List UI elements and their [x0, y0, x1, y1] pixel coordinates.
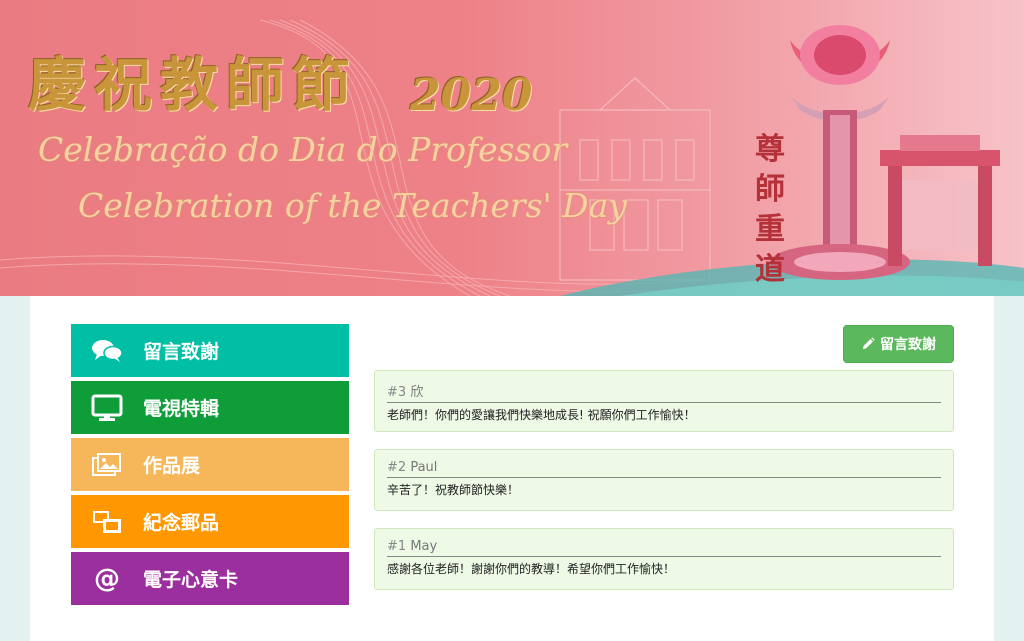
banner-vertical-text: 尊師重道 [755, 132, 785, 287]
message-card: #1 May 感謝各位老師！謝謝你們的教導！希望你們工作愉快！ [374, 528, 954, 590]
message-text: 老師們！你們的愛讓我們快樂地成長! 祝願你們工作愉快！ [387, 408, 696, 422]
message-card: #3 欣 老師們！你們的愛讓我們快樂地成長! 祝願你們工作愉快！ [374, 370, 954, 432]
side-menu: 留言致謝 電視特輯 作品展 紀念郵品 @ 電子心意卡 [71, 324, 349, 609]
menu-item-label: 留言致謝 [143, 341, 220, 363]
photo-icon [89, 450, 125, 480]
pencil-icon [861, 337, 875, 351]
stamps-icon [89, 507, 125, 537]
message-text: 感謝各位老師！謝謝你們的教導！希望你們工作愉快！ [387, 562, 676, 576]
banner-year: 2020 [410, 70, 533, 121]
monitor-icon [89, 393, 125, 423]
message-list: #3 欣 老師們！你們的愛讓我們快樂地成長! 祝願你們工作愉快！ #2 Paul… [374, 370, 954, 607]
message-header: #2 Paul [387, 460, 941, 478]
menu-item-label: 電視特輯 [143, 398, 220, 420]
message-text: 辛苦了！祝教師節快樂！ [387, 483, 520, 497]
menu-item-gallery[interactable]: 作品展 [71, 438, 349, 491]
post-message-button-label: 留言致謝 [880, 337, 936, 353]
menu-item-ecard[interactable]: @ 電子心意卡 [71, 552, 349, 605]
menu-item-label: 作品展 [143, 455, 201, 477]
at-icon: @ [94, 563, 120, 594]
banner-subtitle-portuguese: Celebração do Dia do Professor [38, 130, 568, 169]
banner-subtitle-english: Celebration of the Teachers' Day [78, 186, 627, 225]
main-content: 留言致謝 電視特輯 作品展 紀念郵品 @ 電子心意卡 留言致謝 #3 欣 老師們… [30, 296, 994, 641]
message-author: 欣 [410, 385, 424, 400]
post-message-button[interactable]: 留言致謝 [843, 325, 954, 363]
header-banner: 慶祝教師節 2020 Celebração do Dia do Professo… [0, 0, 1024, 296]
menu-item-label: 紀念郵品 [143, 512, 220, 534]
message-number: #3 [387, 385, 407, 400]
banner-title-chinese: 慶祝教師節 [28, 51, 359, 119]
temple-gate-illustration [880, 135, 1000, 266]
menu-item-tv-special[interactable]: 電視特輯 [71, 381, 349, 434]
message-number: #1 [387, 539, 407, 554]
menu-item-label: 電子心意卡 [143, 569, 239, 591]
message-header: #3 欣 [387, 381, 941, 403]
message-header: #1 May [387, 539, 941, 557]
menu-item-messages[interactable]: 留言致謝 [71, 324, 349, 377]
message-author: May [410, 539, 438, 554]
menu-item-stamps[interactable]: 紀念郵品 [71, 495, 349, 548]
message-author: Paul [410, 460, 438, 475]
message-number: #2 [387, 460, 407, 475]
message-card: #2 Paul 辛苦了！祝教師節快樂！ [374, 449, 954, 511]
chat-bubbles-icon [89, 336, 125, 366]
